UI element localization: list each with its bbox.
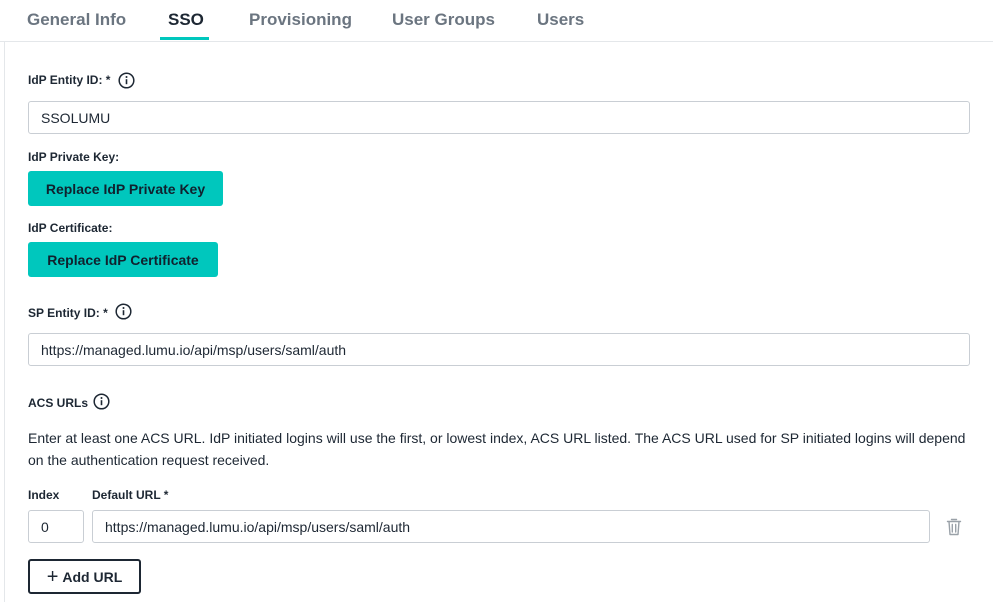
idp-entity-id-label: IdP Entity ID: *: [28, 73, 111, 87]
acs-urls-label: ACS URLs: [28, 396, 89, 410]
idp-private-key-label: IdP Private Key:: [28, 150, 120, 164]
tab-bar: General Info SSO Provisioning User Group…: [0, 0, 993, 42]
info-icon[interactable]: [118, 72, 135, 89]
sp-entity-id-label: SP Entity ID: *: [28, 306, 108, 320]
tab-general-info[interactable]: General Info: [27, 10, 126, 30]
acs-index-input[interactable]: 0: [28, 510, 84, 543]
info-icon[interactable]: [93, 393, 110, 410]
trash-icon[interactable]: [946, 518, 962, 536]
add-url-label: Add URL: [62, 568, 123, 585]
tab-user-groups[interactable]: User Groups: [392, 10, 495, 30]
tab-sso[interactable]: SSO: [168, 10, 204, 30]
add-url-button[interactable]: + Add URL: [28, 559, 141, 594]
replace-certificate-button[interactable]: Replace IdP Certificate: [28, 242, 218, 277]
idp-entity-id-input[interactable]: SSOLUMU: [28, 101, 970, 134]
acs-url-input[interactable]: https://managed.lumu.io/api/msp/users/sa…: [92, 510, 930, 543]
panel-divider: [4, 42, 5, 602]
idp-certificate-label: IdP Certificate:: [28, 221, 113, 235]
tab-provisioning[interactable]: Provisioning: [249, 10, 352, 30]
plus-icon: +: [46, 565, 59, 588]
sp-entity-id-input[interactable]: https://managed.lumu.io/api/msp/users/sa…: [28, 333, 970, 366]
active-tab-indicator: [160, 37, 209, 40]
tab-users[interactable]: Users: [537, 10, 584, 30]
info-icon[interactable]: [115, 303, 132, 320]
default-url-column-header: Default URL *: [92, 488, 169, 502]
acs-help-text: Enter at least one ACS URL. IdP initiate…: [28, 430, 966, 468]
index-column-header: Index: [28, 488, 60, 502]
replace-private-key-button[interactable]: Replace IdP Private Key: [28, 171, 223, 206]
